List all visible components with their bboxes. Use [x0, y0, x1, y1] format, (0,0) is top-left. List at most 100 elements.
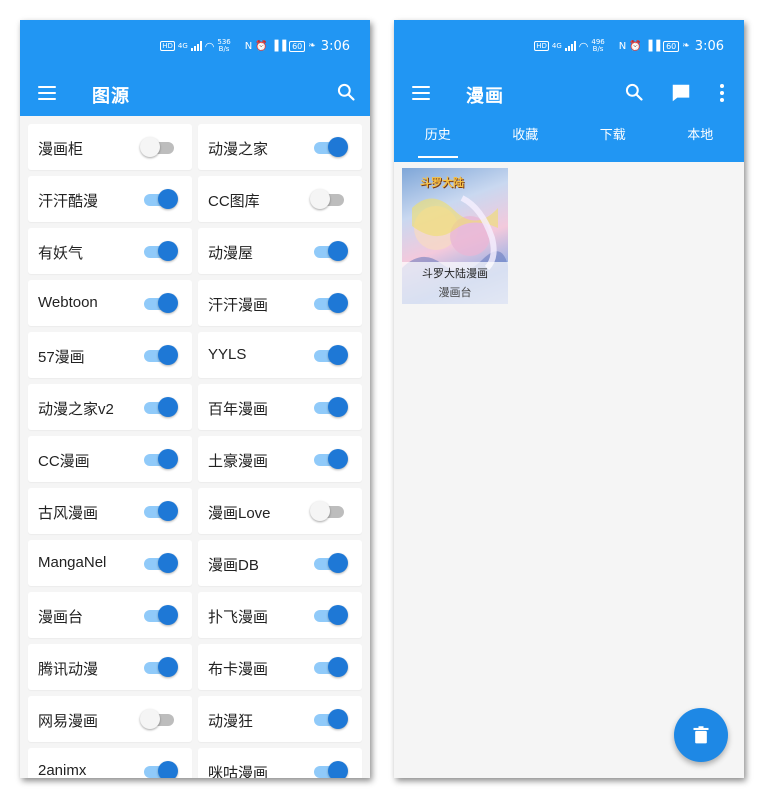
source-item[interactable]: 动漫之家	[198, 124, 362, 170]
source-toggle[interactable]	[314, 345, 348, 365]
4g-icon: 4G	[177, 42, 188, 50]
source-item[interactable]: 漫画台	[28, 592, 192, 638]
source-toggle[interactable]	[144, 345, 178, 365]
source-item[interactable]: YYLS	[198, 332, 362, 378]
menu-icon[interactable]	[38, 86, 56, 100]
source-toggle[interactable]	[144, 293, 178, 313]
tab-bar: 历史 收藏 下载 本地	[394, 116, 744, 162]
source-item[interactable]: 漫画柜	[28, 124, 192, 170]
source-toggle[interactable]	[144, 449, 178, 469]
source-item[interactable]: 漫画Love	[198, 488, 362, 534]
source-item[interactable]: 漫画DB	[198, 540, 362, 586]
source-label: 汗汗酷漫	[38, 193, 99, 210]
tab-0[interactable]: 历史	[394, 116, 482, 162]
source-toggle[interactable]	[144, 605, 178, 625]
source-item[interactable]: 2animx	[28, 748, 192, 778]
tab-1[interactable]: 收藏	[482, 116, 570, 162]
source-toggle[interactable]	[314, 605, 348, 625]
source-label: 动漫狂	[208, 713, 254, 730]
source-label: 漫画柜	[38, 141, 84, 158]
source-item[interactable]: 布卡漫画	[198, 644, 362, 690]
message-icon[interactable]	[670, 82, 692, 104]
search-icon[interactable]	[624, 82, 644, 102]
source-toggle[interactable]	[144, 501, 178, 521]
status-bar: HD 4G ◠ 496 B/s N ⏰ ▐▐ 60 ❧ 3:06	[394, 20, 744, 72]
signal-icon	[190, 41, 202, 51]
app-bar: 图源	[20, 72, 370, 116]
tab-2[interactable]: 下载	[569, 116, 657, 162]
source-toggle[interactable]	[144, 397, 178, 417]
source-toggle[interactable]	[314, 241, 348, 261]
source-item[interactable]: 动漫狂	[198, 696, 362, 742]
source-toggle[interactable]	[144, 189, 178, 209]
source-item[interactable]: 57漫画	[28, 332, 192, 378]
comic-card[interactable]: 斗罗大陆 斗罗大陆漫画 漫画台	[402, 168, 508, 304]
source-label: 百年漫画	[208, 401, 269, 418]
more-vert-icon[interactable]	[712, 82, 732, 104]
menu-icon[interactable]	[412, 86, 430, 100]
source-label: CC漫画	[38, 453, 90, 470]
source-item[interactable]: 动漫之家v2	[28, 384, 192, 430]
source-toggle[interactable]	[310, 189, 346, 209]
source-item[interactable]: CC图库	[198, 176, 362, 222]
source-toggle[interactable]	[144, 553, 178, 573]
clock: 3:06	[320, 38, 350, 54]
source-item[interactable]: 咪咕漫画	[198, 748, 362, 778]
source-toggle[interactable]	[314, 293, 348, 313]
source-item[interactable]: 土豪漫画	[198, 436, 362, 482]
source-toggle[interactable]	[314, 449, 348, 469]
source-label: 动漫之家v2	[38, 401, 114, 418]
source-toggle[interactable]	[314, 761, 348, 778]
source-item[interactable]: 汗汗漫画	[198, 280, 362, 326]
source-item[interactable]: 动漫屋	[198, 228, 362, 274]
source-toggle[interactable]	[314, 553, 348, 573]
source-toggle[interactable]	[140, 137, 176, 157]
power-saving-icon: ❧	[682, 41, 690, 51]
source-toggle[interactable]	[144, 761, 178, 778]
source-item[interactable]: 扑飞漫画	[198, 592, 362, 638]
source-toggle[interactable]	[314, 137, 348, 157]
battery-icon: 60	[289, 40, 306, 52]
source-toggle[interactable]	[144, 657, 178, 677]
tab-3[interactable]: 本地	[657, 116, 745, 162]
source-item[interactable]: CC漫画	[28, 436, 192, 482]
hd-icon: HD	[160, 41, 175, 51]
source-toggle[interactable]	[314, 657, 348, 677]
source-label: 咪咕漫画	[208, 765, 269, 778]
source-label: 古风漫画	[38, 505, 99, 522]
source-toggle[interactable]	[144, 241, 178, 261]
nfc-icon: N	[618, 40, 627, 52]
source-grid: 漫画柜 动漫之家汗汗酷漫 CC图库 有妖气 动漫屋 Webtoon 汗汗漫画 57漫画 YYLS…	[20, 116, 370, 778]
source-item[interactable]: 腾讯动漫	[28, 644, 192, 690]
delete-fab[interactable]	[674, 708, 728, 762]
alarm-icon: ⏰	[629, 40, 642, 52]
source-item[interactable]: Webtoon	[28, 280, 192, 326]
source-toggle[interactable]	[140, 709, 176, 729]
source-item[interactable]: 网易漫画	[28, 696, 192, 742]
source-label: YYLS	[208, 346, 247, 363]
source-item[interactable]: 汗汗酷漫	[28, 176, 192, 222]
comic-title: 斗罗大陆漫画	[422, 267, 488, 280]
vibrate-icon: ▐▐	[644, 40, 661, 52]
source-toggle[interactable]	[314, 397, 348, 417]
network-indicators: HD 4G ◠ 496 B/s	[534, 39, 605, 53]
source-item[interactable]: MangaNel	[28, 540, 192, 586]
source-label: 漫画台	[38, 609, 84, 626]
source-item[interactable]: 古风漫画	[28, 488, 192, 534]
source-toggle[interactable]	[310, 501, 346, 521]
network-speed: 536 B/s	[217, 38, 231, 53]
search-icon[interactable]	[336, 82, 356, 102]
source-label: MangaNel	[38, 554, 107, 571]
source-label: 动漫之家	[208, 141, 269, 158]
system-indicators: N ⏰ ▐▐ 60 ❧ 3:06	[245, 39, 350, 54]
source-toggle[interactable]	[314, 709, 348, 729]
source-label: 网易漫画	[38, 713, 99, 730]
vibrate-icon: ▐▐	[270, 40, 287, 52]
source-label: 2animx	[38, 762, 87, 778]
source-label: 动漫屋	[208, 245, 254, 262]
network-indicators: HD 4G ◠ 536 B/s	[160, 39, 231, 53]
source-label: 漫画DB	[208, 557, 259, 574]
source-item[interactable]: 百年漫画	[198, 384, 362, 430]
system-indicators: N ⏰ ▐▐ 60 ❧ 3:06	[619, 39, 724, 54]
source-item[interactable]: 有妖气	[28, 228, 192, 274]
